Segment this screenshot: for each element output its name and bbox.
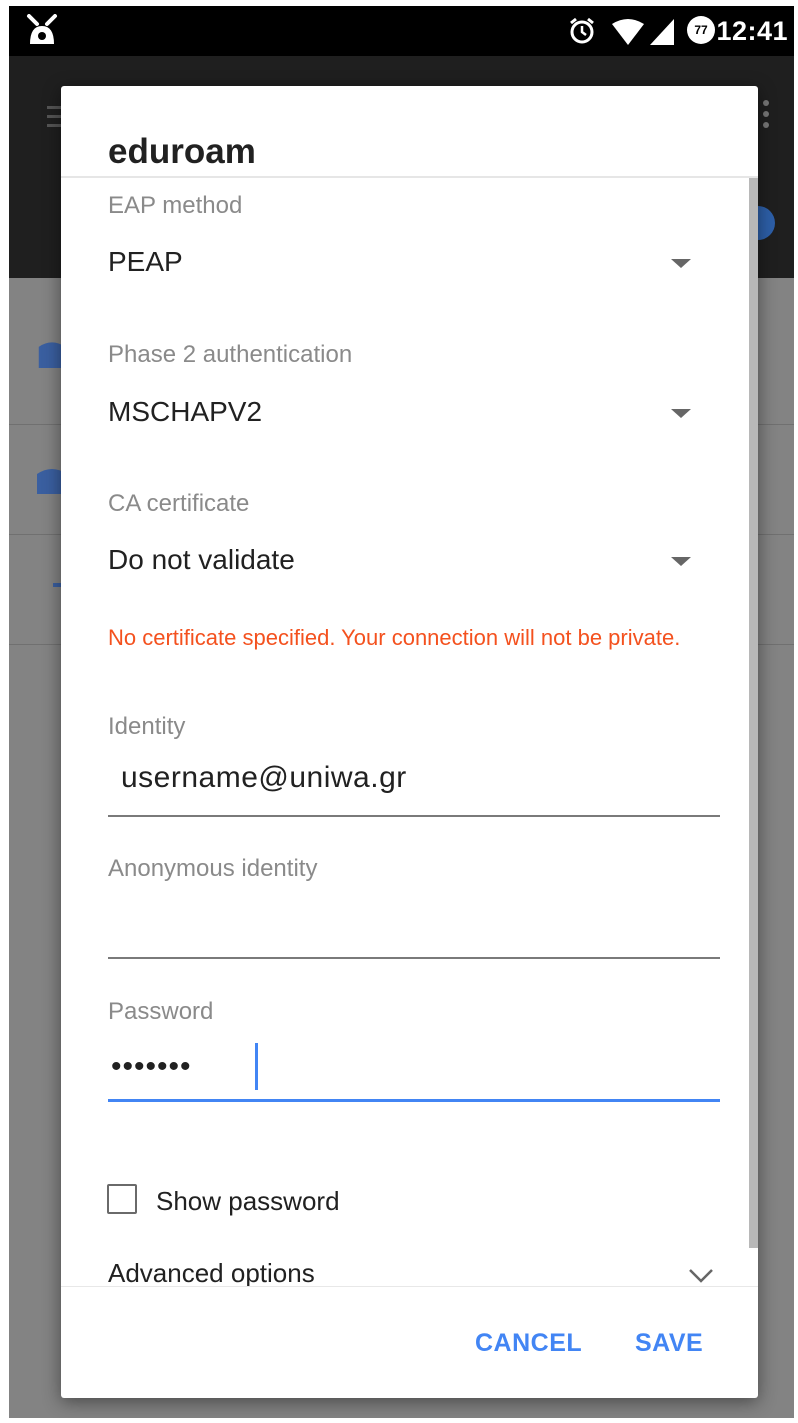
ca-certificate-label: CA certificate bbox=[108, 490, 250, 517]
advanced-options-toggle[interactable]: Advanced options bbox=[61, 1248, 758, 1286]
ca-certificate-select[interactable]: Do not validate bbox=[91, 528, 731, 598]
wifi-config-dialog: eduroam EAP method PEAP Phase 2 authenti… bbox=[61, 86, 758, 1398]
status-bar: 77 12:41 bbox=[9, 6, 794, 56]
wifi-signal-icon bbox=[612, 19, 644, 45]
checkbox-icon bbox=[107, 1184, 137, 1214]
cancel-button[interactable]: CANCEL bbox=[475, 1329, 582, 1358]
password-underline bbox=[108, 1099, 720, 1102]
status-time: 12:41 bbox=[716, 16, 788, 46]
identity-input: username@uniwa.gr bbox=[121, 761, 407, 794]
phase2-select[interactable]: MSCHAPV2 bbox=[91, 378, 731, 448]
eap-method-select[interactable]: PEAP bbox=[91, 230, 731, 300]
eap-method-value: PEAP bbox=[108, 246, 183, 277]
battery-saver-icon: 77 bbox=[687, 16, 715, 44]
dropdown-arrow-icon bbox=[671, 259, 691, 268]
alarm-clock-icon bbox=[570, 17, 594, 44]
menu-icon[interactable] bbox=[47, 106, 61, 128]
dropdown-arrow-icon bbox=[671, 557, 691, 566]
password-field[interactable]: ••••••• bbox=[61, 1036, 758, 1098]
identity-field[interactable]: username@uniwa.gr bbox=[61, 753, 758, 813]
dialog-title: eduroam bbox=[108, 132, 256, 171]
battery-level: 77 bbox=[694, 23, 708, 37]
dropdown-arrow-icon bbox=[671, 409, 691, 418]
scrollbar[interactable] bbox=[749, 178, 758, 1248]
password-label: Password bbox=[108, 998, 214, 1025]
footer-divider bbox=[61, 1286, 758, 1287]
chevron-down-icon bbox=[689, 1269, 713, 1283]
anonymous-identity-field[interactable] bbox=[61, 893, 758, 955]
save-button[interactable]: SAVE bbox=[635, 1329, 703, 1358]
anonymous-identity-label: Anonymous identity bbox=[108, 855, 318, 882]
show-password-checkbox[interactable]: Show password bbox=[61, 1178, 461, 1222]
identity-label: Identity bbox=[108, 713, 186, 740]
advanced-options-label: Advanced options bbox=[108, 1258, 315, 1286]
cell-signal-icon bbox=[650, 19, 674, 45]
show-password-label: Show password bbox=[156, 1186, 340, 1216]
eap-method-label: EAP method bbox=[108, 192, 243, 219]
phase2-value: MSCHAPV2 bbox=[108, 396, 263, 427]
dialog-scroll-area[interactable]: EAP method PEAP Phase 2 authentication M… bbox=[61, 178, 758, 1286]
wifi-toggle[interactable] bbox=[755, 206, 775, 240]
phase2-label: Phase 2 authentication bbox=[108, 341, 353, 368]
certificate-warning: No certificate specified. Your connectio… bbox=[108, 625, 681, 650]
text-cursor bbox=[255, 1043, 258, 1090]
password-input: ••••••• bbox=[111, 1050, 192, 1083]
device-screen: 77 12:41 eduroam EAP method PEAP Phase 2… bbox=[9, 6, 794, 1418]
anonymous-identity-underline bbox=[108, 957, 720, 959]
android-debug-icon bbox=[27, 14, 57, 44]
identity-underline bbox=[108, 815, 720, 817]
overflow-menu-icon[interactable] bbox=[763, 100, 769, 130]
ca-certificate-value: Do not validate bbox=[108, 544, 295, 575]
